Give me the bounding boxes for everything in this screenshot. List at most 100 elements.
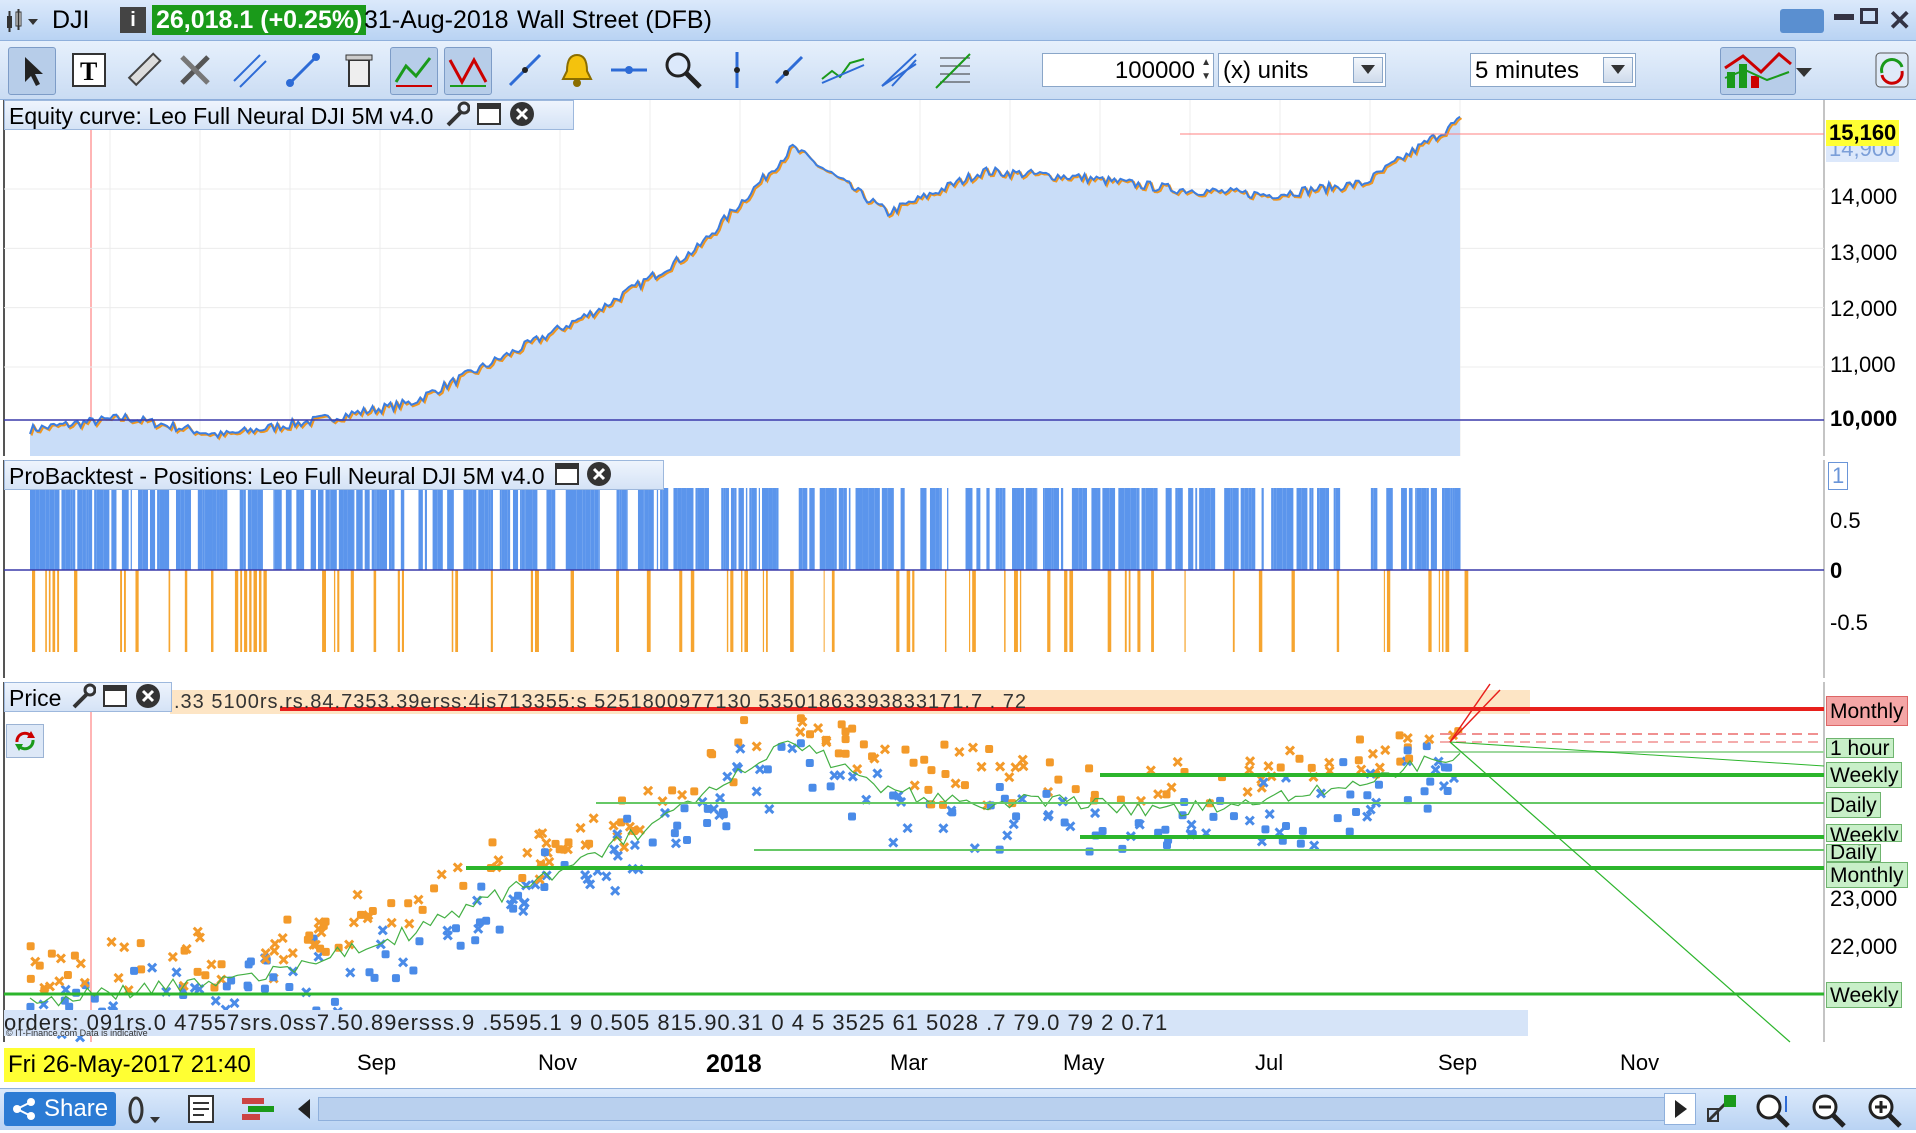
- show-levels-icon[interactable]: [444, 47, 492, 95]
- units-select[interactable]: (x) units: [1218, 53, 1386, 87]
- order-book-icon[interactable]: [240, 1094, 276, 1129]
- refresh-icon[interactable]: [6, 724, 44, 758]
- wrench-icon[interactable]: [70, 683, 97, 716]
- long-position-bar: [1415, 488, 1417, 570]
- ray-icon[interactable]: [766, 47, 812, 93]
- long-position-bar: [1452, 488, 1455, 570]
- close-icon[interactable]: [135, 683, 161, 716]
- chevron-down-icon[interactable]: [1796, 65, 1812, 83]
- indicators-icon[interactable]: [1720, 47, 1796, 95]
- link-icon[interactable]: [124, 1093, 164, 1132]
- short-position-bar: [1383, 570, 1385, 652]
- long-position-bar: [478, 488, 485, 570]
- fibonacci-retracement-icon[interactable]: [930, 47, 976, 93]
- long-position-bar: [1136, 488, 1139, 570]
- window-icon[interactable]: [554, 461, 580, 494]
- buy-marker: [540, 883, 549, 892]
- long-position-bar: [929, 488, 936, 570]
- show-trades-icon[interactable]: [390, 47, 438, 95]
- fibonacci-fan-icon[interactable]: [876, 47, 922, 93]
- chevron-down-icon[interactable]: [1603, 57, 1633, 83]
- trash-icon[interactable]: [336, 47, 382, 93]
- horizontal-scrollbar[interactable]: [318, 1097, 1668, 1121]
- buy-marker: [456, 941, 465, 950]
- long-position-bar: [1102, 488, 1110, 570]
- draw-tool-icon[interactable]: [1704, 1093, 1740, 1130]
- keyboard-icon[interactable]: [1780, 9, 1824, 33]
- short-position-bar: [249, 570, 252, 652]
- long-position-bar: [1317, 488, 1320, 570]
- notes-icon[interactable]: [186, 1094, 216, 1129]
- date-label: Jul: [1255, 1050, 1284, 1075]
- zoom-icon[interactable]: [660, 47, 706, 93]
- close-icon[interactable]: [509, 101, 535, 134]
- positions-chart[interactable]: [0, 460, 1916, 680]
- scroll-left-icon[interactable]: [294, 1097, 314, 1126]
- chart-type-icon[interactable]: [4, 8, 46, 39]
- short-position-bar: [1137, 570, 1141, 652]
- text-tool-icon[interactable]: T: [66, 47, 112, 93]
- parallel-lines-icon[interactable]: [226, 47, 272, 93]
- sell-marker: [1276, 763, 1285, 772]
- window-icon[interactable]: [102, 683, 128, 716]
- vertical-line-icon[interactable]: [714, 47, 760, 93]
- scroll-right-icon[interactable]: [1664, 1093, 1696, 1125]
- tools-icon[interactable]: [172, 47, 218, 93]
- date-axis: Fri 26-May-2017 21:40 Sep Nov 2018 Mar M…: [0, 1046, 1916, 1086]
- sell-marker: [418, 905, 427, 914]
- long-position-bar: [375, 488, 377, 570]
- wrench-icon[interactable]: [444, 101, 471, 134]
- trendline-icon[interactable]: [280, 47, 326, 93]
- long-position-bar: [239, 488, 244, 570]
- auto-trading-icon[interactable]: [1872, 47, 1912, 93]
- pointer-tool-icon[interactable]: [8, 47, 56, 95]
- short-position-bar: [32, 570, 36, 652]
- long-position-bar: [939, 488, 941, 570]
- short-position-bar: [1014, 570, 1018, 652]
- ruler-icon[interactable]: [120, 47, 166, 93]
- long-position-bar: [995, 488, 1000, 570]
- positions-panel[interactable]: ProBacktest - Positions: Leo Full Neural…: [0, 460, 1916, 680]
- horizontal-line-icon[interactable]: [606, 47, 652, 93]
- long-position-bar: [843, 488, 847, 570]
- close-icon[interactable]: [586, 461, 612, 494]
- short-position-bar: [972, 570, 976, 652]
- price-panel[interactable]: .3​3 5​10​0​r​s​.​rs​.​8​4.73​5​3​.​3​9​…: [0, 682, 1916, 1044]
- long-position-bar: [470, 488, 473, 570]
- quantity-input[interactable]: 100000 ▲ ▼: [1042, 53, 1214, 87]
- equity-chart[interactable]: [0, 100, 1916, 458]
- close-icon[interactable]: ✕: [1888, 4, 1911, 37]
- alert-bell-icon[interactable]: [554, 47, 600, 93]
- restore-icon[interactable]: [1860, 8, 1878, 24]
- minimize-icon[interactable]: [1834, 14, 1854, 20]
- buy-marker: [540, 848, 549, 857]
- zoom-fit-icon[interactable]: [1754, 1092, 1794, 1133]
- chevron-down-icon[interactable]: [1353, 57, 1383, 83]
- long-position-bar: [296, 488, 300, 570]
- long-position-bar: [432, 488, 438, 570]
- short-position-bar: [730, 570, 734, 652]
- zoom-in-icon[interactable]: [1866, 1092, 1906, 1133]
- share-button[interactable]: Share: [4, 1092, 116, 1126]
- sell-marker: [960, 781, 969, 790]
- info-icon[interactable]: i: [120, 7, 146, 33]
- instrument-name[interactable]: DJI: [52, 6, 90, 35]
- price-chart[interactable]: [0, 682, 1916, 1044]
- quantity-stepper[interactable]: ▲ ▼: [1199, 56, 1211, 84]
- long-position-bar: [1442, 488, 1445, 570]
- long-position-bar: [738, 488, 744, 570]
- long-position-bar: [745, 488, 748, 570]
- draw-line-icon[interactable]: [502, 47, 548, 93]
- long-position-bar: [1273, 488, 1277, 570]
- buy-marker: [847, 812, 856, 821]
- buy-marker: [370, 973, 379, 982]
- window-icon[interactable]: [476, 101, 502, 134]
- timeframe-select[interactable]: 5 minutes: [1470, 53, 1636, 87]
- zoom-out-icon[interactable]: [1810, 1092, 1850, 1133]
- channel-icon[interactable]: [820, 47, 866, 93]
- long-position-bar: [1240, 488, 1245, 570]
- sell-marker: [1395, 731, 1404, 740]
- long-position-bar: [1130, 488, 1137, 570]
- sell-marker: [841, 727, 850, 736]
- equity-panel[interactable]: Equity curve: Leo Full Neural DJI 5M v4.…: [0, 100, 1916, 458]
